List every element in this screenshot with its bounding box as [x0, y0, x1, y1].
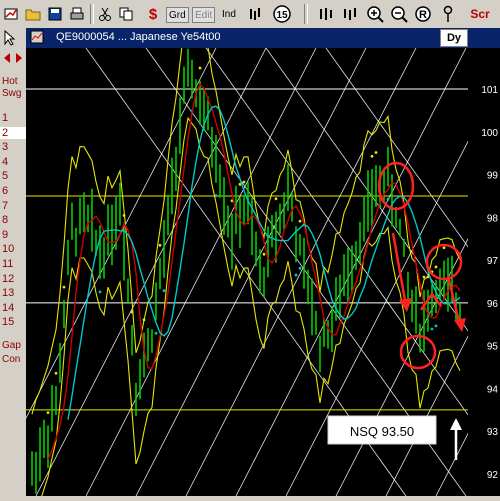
swing-dot-low — [386, 197, 390, 201]
svg-text:R: R — [419, 9, 427, 21]
gap-label[interactable]: Gap — [0, 340, 26, 351]
swing-level-15[interactable]: 15 — [0, 316, 26, 328]
chart-svg: 101 100 99 98 97 96 95 94 93 92 NSQ 93.50 — [26, 48, 499, 496]
y-axis-tick-label: 94 — [487, 384, 499, 395]
toolbar-separator — [304, 4, 308, 24]
swing-level-5[interactable]: 5 — [0, 170, 26, 182]
y-axis-tick-label: 100 — [481, 128, 498, 139]
swing-level-6[interactable]: 6 — [0, 185, 26, 197]
y-axis-tick-label: 98 — [487, 213, 499, 224]
hot-label: Hot — [2, 76, 18, 87]
swing-level-7[interactable]: 7 — [0, 200, 26, 212]
bar-down-icon[interactable] — [342, 3, 358, 25]
swg-label: Swg — [2, 88, 22, 99]
y-axis-tick-label: 99 — [487, 171, 499, 182]
swing-dot — [274, 197, 278, 201]
cycle-button[interactable]: 15 — [272, 3, 292, 25]
swing-dot-low — [154, 331, 158, 335]
swing-level-10[interactable]: 10 — [0, 243, 26, 255]
price-chart[interactable]: 101 100 99 98 97 96 95 94 93 92 NSQ 93.50 — [26, 48, 500, 496]
swing-dot-low — [162, 289, 166, 293]
y-axis-tick-label: 93 — [487, 427, 499, 438]
bar-chart-icon[interactable] — [248, 3, 262, 25]
y-axis-tick-label: 97 — [487, 256, 499, 267]
dollar-icon[interactable]: $ — [146, 3, 160, 25]
save-icon[interactable] — [46, 3, 64, 25]
swing-dot — [434, 265, 438, 269]
swing-dot — [62, 285, 66, 289]
swing-dot — [54, 371, 58, 375]
zoom-in-icon[interactable] — [366, 3, 384, 25]
print-icon[interactable] — [68, 3, 86, 25]
grid-button[interactable]: Grd — [166, 7, 189, 23]
sidebar: Hot Swg 1 2 3 4 5 6 7 8 9 10 11 12 13 14 15 Gap Con — [0, 28, 26, 496]
highlight-circle — [399, 334, 437, 370]
swing-dot-low — [430, 327, 434, 331]
gann-fan-line-up — [26, 48, 217, 419]
ind-button[interactable]: Ind — [222, 3, 236, 25]
bar-up-icon[interactable] — [318, 3, 334, 25]
open-folder-icon[interactable] — [24, 3, 42, 25]
y-axis-tick-label: 96 — [487, 299, 499, 310]
chart-title-bar: QE9000054 ... Japanese Ye54t00 Dy — [26, 28, 500, 48]
swing-level-11[interactable]: 11 — [0, 258, 26, 270]
toolbar-separator — [90, 4, 94, 24]
swing-dot — [298, 219, 302, 223]
new-chart-icon[interactable] — [2, 3, 20, 25]
up-arrow-icon — [450, 418, 462, 430]
pin-icon[interactable] — [440, 3, 456, 25]
cut-icon[interactable] — [96, 3, 114, 25]
swing-level-2[interactable]: 2 — [0, 126, 26, 139]
markup-arrow-head — [399, 298, 412, 312]
edit-button[interactable]: Edit — [192, 7, 216, 23]
swing-level-13[interactable]: 13 — [0, 287, 26, 299]
swing-dot-low — [298, 266, 302, 270]
swing-level-1[interactable]: 1 — [0, 112, 26, 124]
swing-level-9[interactable]: 9 — [0, 229, 26, 241]
swing-dot — [442, 246, 446, 250]
swing-level-12[interactable]: 12 — [0, 273, 26, 285]
swing-dot — [374, 151, 378, 154]
swing-dot-low — [294, 273, 298, 277]
moving-average-fast — [47, 83, 461, 460]
select-arrow-icon[interactable] — [0, 29, 26, 49]
svg-text:15: 15 — [276, 10, 288, 21]
swing-dot — [370, 154, 374, 158]
markup-arrow-line — [446, 275, 462, 327]
swing-dot — [242, 180, 246, 184]
y-axis-tick-label: 95 — [487, 342, 499, 353]
toolbar: $ Grd Edit Ind 15 R Scr — [0, 0, 500, 29]
swing-dot — [422, 275, 426, 279]
zoom-out-icon[interactable] — [390, 3, 408, 25]
window-title: QE9000054 ... Japanese Ye54t00 — [56, 31, 221, 43]
nav-arrows-icon[interactable] — [0, 52, 26, 67]
gann-fan-line-up — [85, 48, 317, 496]
swing-dot — [46, 411, 50, 415]
swing-level-3[interactable]: 3 — [0, 141, 26, 153]
annotation-label: NSQ 93.50 — [350, 424, 414, 439]
swing-dot — [262, 252, 266, 256]
swing-dot-low — [434, 324, 438, 328]
window-icon — [30, 30, 44, 49]
swing-dot — [158, 243, 162, 247]
swing-level-8[interactable]: 8 — [0, 214, 26, 226]
scr-button[interactable]: Scr — [466, 3, 494, 25]
swing-dot — [198, 66, 202, 70]
refresh-icon[interactable]: R — [414, 3, 432, 25]
y-axis-tick-label: 101 — [481, 85, 498, 96]
swing-level-14[interactable]: 14 — [0, 302, 26, 314]
period-button[interactable]: Dy — [440, 29, 468, 47]
con-label[interactable]: Con — [0, 354, 26, 365]
swing-level-4[interactable]: 4 — [0, 156, 26, 168]
swing-dot-low — [98, 290, 102, 294]
y-axis-tick-label: 92 — [487, 470, 499, 481]
gann-fan-line-up — [35, 48, 267, 496]
copy-icon[interactable] — [118, 3, 134, 25]
